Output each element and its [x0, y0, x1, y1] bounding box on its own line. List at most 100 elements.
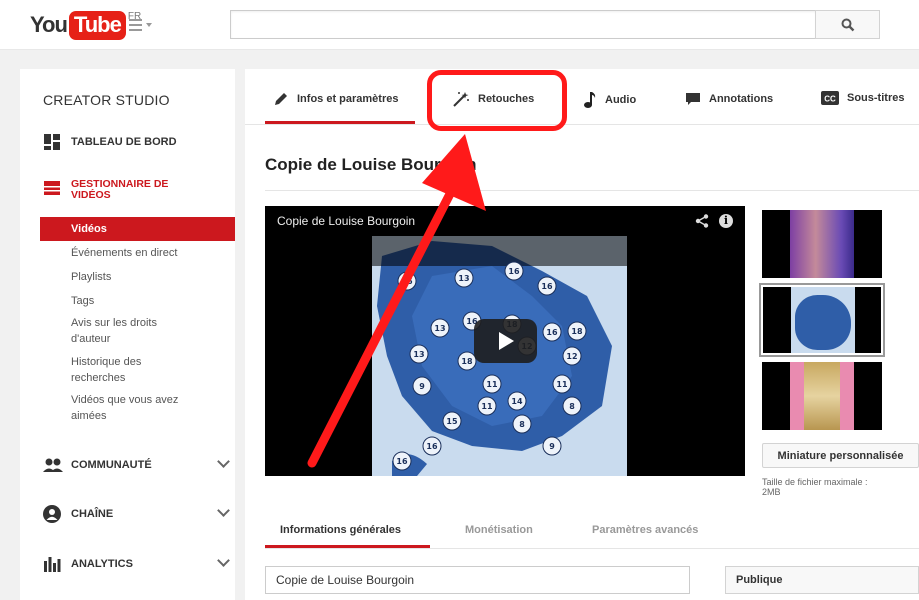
pencil-icon: [275, 93, 287, 105]
map-number-label: 16: [546, 328, 558, 337]
logo-you: You: [30, 12, 68, 37]
video-manager-icon: [43, 179, 61, 197]
privacy-select[interactable]: Publique: [725, 566, 919, 594]
file-size-line1: Taille de fichier maximale :: [762, 477, 868, 487]
max-file-size-note: Taille de fichier maximale :2MB: [762, 477, 892, 497]
cc-icon: CC: [821, 91, 839, 105]
tab-label: Annotations: [709, 93, 774, 105]
tab-label: Sous-titres: [847, 92, 905, 104]
liked-line2: aimées: [71, 410, 107, 422]
subtab-general-info[interactable]: Informations générales: [280, 524, 401, 536]
settings-subtabs: Informations générales Monétisation Para…: [265, 515, 919, 549]
custom-thumbnail-button[interactable]: Miniature personnalisée: [762, 443, 919, 468]
search-button[interactable]: [815, 10, 880, 39]
video-manager-line2: VIDÉOS: [71, 189, 111, 201]
sidebar: CREATOR STUDIO TABLEAU DE BORD GESTIONNA…: [20, 69, 235, 600]
player-title: Copie de Louise Bourgoin: [277, 214, 416, 228]
map-number-label: 12: [566, 352, 577, 361]
map-number-label: 16: [541, 282, 553, 291]
annotation-highlight-box: [427, 70, 567, 131]
copyright-line2: d'auteur: [71, 333, 111, 345]
title-field[interactable]: [265, 566, 690, 594]
map-number-label: 16: [401, 277, 413, 286]
map-number-label: 16: [396, 457, 408, 466]
map-number-label: 13: [458, 274, 469, 283]
sidebar-item-video-manager[interactable]: GESTIONNAIRE DE VIDÉOS: [43, 179, 168, 201]
subtab-advanced-settings[interactable]: Paramètres avancés: [592, 524, 698, 536]
map-number-label: 11: [556, 380, 568, 389]
search-input[interactable]: [230, 10, 816, 39]
thumbnail-option-1[interactable]: [762, 210, 882, 278]
sidebar-item-label: GESTIONNAIRE DE VIDÉOS: [71, 179, 168, 201]
svg-text:CC: CC: [824, 95, 836, 104]
map-number-label: 11: [481, 402, 493, 411]
map-number-label: 11: [486, 380, 498, 389]
sidebar-item-label: COMMUNAUTÉ: [71, 459, 152, 471]
analytics-icon: [43, 555, 61, 573]
map-number-label: 18: [571, 327, 583, 336]
channel-icon: [43, 505, 61, 523]
tab-annotations[interactable]: Annotations: [685, 91, 773, 107]
tab-label: Infos et paramètres: [297, 93, 399, 105]
chevron-down-icon[interactable]: [217, 554, 230, 567]
map-number-label: 9: [419, 382, 425, 391]
creator-studio-title: CREATOR STUDIO: [43, 92, 170, 108]
map-number-label: 13: [434, 324, 445, 333]
sidebar-item-dashboard[interactable]: TABLEAU DE BORD: [43, 133, 177, 151]
music-note-icon: [584, 92, 596, 108]
sidebar-subitem-liked-videos[interactable]: Vidéos que vous avez aimées: [40, 392, 235, 424]
speech-bubble-icon: [686, 93, 700, 105]
guide-menu-icon[interactable]: [129, 16, 155, 34]
sidebar-subitem-videos[interactable]: Vidéos: [40, 217, 235, 241]
active-tab-indicator: [265, 121, 415, 124]
tab-subtitles[interactable]: CC Sous-titres: [821, 91, 904, 105]
file-size-line2: 2MB: [762, 487, 781, 497]
community-icon: [43, 456, 63, 474]
map-number-label: 18: [461, 357, 473, 366]
chevron-down-icon[interactable]: [217, 504, 230, 517]
info-icon[interactable]: i: [719, 214, 733, 228]
map-number-label: 9: [549, 442, 555, 451]
play-button[interactable]: [474, 319, 537, 363]
subtab-monetization[interactable]: Monétisation: [465, 524, 533, 536]
divider: [265, 190, 919, 191]
map-number-label: 16: [426, 442, 438, 451]
sidebar-subitem-playlists[interactable]: Playlists: [40, 269, 235, 285]
sidebar-item-channel[interactable]: CHAÎNE: [43, 504, 230, 523]
editor-tabs: Infos et paramètres Retouches Audio Anno…: [245, 69, 919, 125]
sidebar-item-label: CHAÎNE: [71, 508, 114, 520]
map-number-label: 8: [569, 402, 575, 411]
masthead: You Tube FR: [0, 0, 919, 50]
liked-line1: Vidéos que vous avez: [71, 394, 179, 406]
history-line2: recherches: [71, 372, 126, 384]
map-number-label: 15: [446, 417, 458, 426]
tab-info-settings[interactable]: Infos et paramètres: [273, 91, 398, 107]
chevron-down-icon[interactable]: [217, 455, 230, 468]
tab-audio[interactable]: Audio: [583, 91, 636, 109]
logo-tube: Tube: [68, 10, 126, 40]
search-icon: [841, 18, 854, 31]
thumbnail-option-2-selected[interactable]: [759, 283, 885, 357]
map-number-label: 8: [519, 420, 525, 429]
video-player[interactable]: 1613161613161813181216181112111488111591…: [265, 206, 745, 476]
video-title: Copie de Louise Bourgoin: [265, 155, 477, 174]
sidebar-subitem-copyright[interactable]: Avis sur les droits d'auteur: [40, 315, 235, 347]
share-icon[interactable]: [695, 214, 709, 228]
tab-label: Audio: [605, 94, 637, 106]
thumbnail-option-3[interactable]: [762, 362, 882, 430]
main-panel: Infos et paramètres Retouches Audio Anno…: [245, 69, 919, 600]
sidebar-item-community[interactable]: COMMUNAUTÉ: [43, 455, 230, 474]
sidebar-subitem-search-history[interactable]: Historique des recherches: [40, 354, 235, 386]
map-number-label: 13: [413, 350, 424, 359]
copyright-line1: Avis sur les droits: [71, 317, 157, 329]
sidebar-subitem-tags[interactable]: Tags: [40, 293, 235, 309]
sidebar-item-label: ANALYTICS: [71, 558, 133, 570]
youtube-logo[interactable]: You Tube FR: [30, 9, 141, 41]
sidebar-subitem-live-events[interactable]: Événements en direct: [40, 245, 235, 261]
map-number-label: 14: [511, 397, 523, 406]
history-line1: Historique des: [71, 356, 142, 368]
sidebar-item-label: TABLEAU DE BORD: [71, 136, 177, 148]
active-subtab-indicator: [265, 545, 430, 548]
map-number-label: 16: [508, 267, 520, 276]
sidebar-item-analytics[interactable]: ANALYTICS: [43, 554, 230, 573]
